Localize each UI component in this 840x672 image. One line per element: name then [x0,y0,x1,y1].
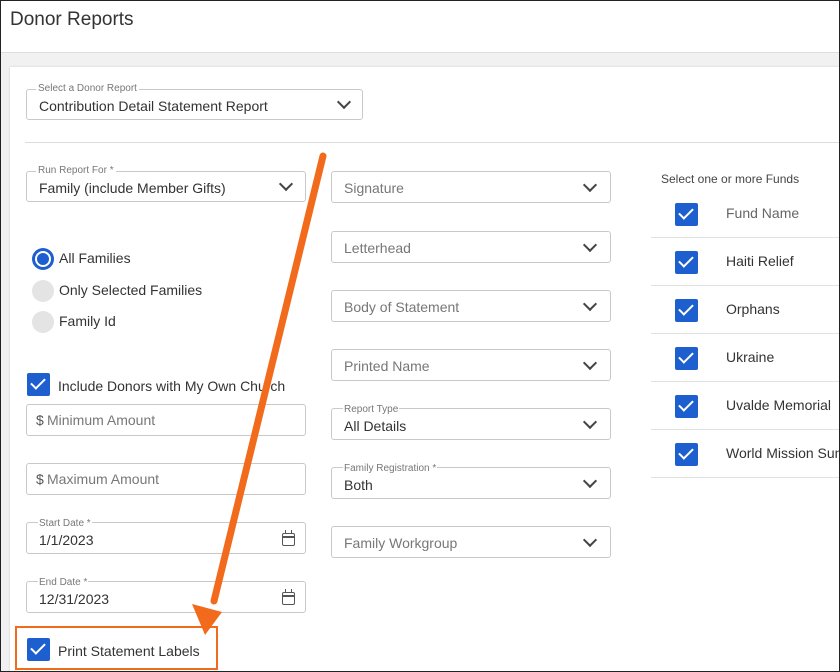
annotation-arrow [192,152,327,635]
annotation-arrow-head [192,604,222,635]
annotation-arrow-shaft [210,152,327,605]
app-window: Donor Reports Select a Donor Report Cont… [0,0,840,672]
